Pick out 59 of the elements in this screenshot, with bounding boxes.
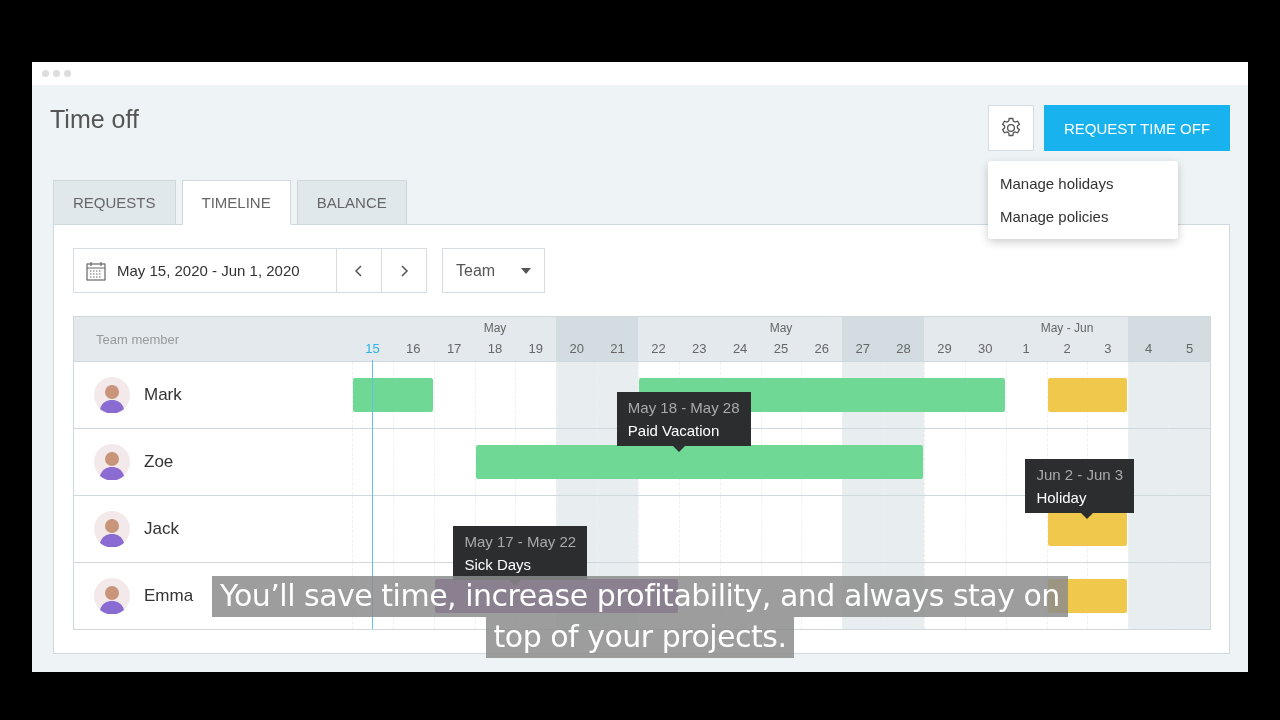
tooltip-dates: May 17 - May 22	[464, 533, 577, 550]
avatar-icon	[94, 578, 130, 614]
member-name: Zoe	[144, 452, 174, 472]
day-label: 27	[855, 341, 870, 356]
day-label: 15	[365, 341, 380, 356]
day-label: 19	[528, 341, 544, 356]
window-dot	[53, 70, 60, 77]
previous-button[interactable]	[337, 248, 382, 293]
window-dot	[42, 70, 49, 77]
member-name: Jack	[144, 519, 179, 539]
member-name: Emma	[144, 586, 194, 606]
window-dot	[64, 70, 71, 77]
tooltip-type: Paid Vacation	[627, 422, 721, 439]
caret-icon	[521, 267, 531, 274]
day-label: 25	[773, 341, 789, 356]
day-label: 29	[937, 341, 952, 356]
tooltip-dates: Jun 2 - Jun 3	[1036, 466, 1124, 483]
day-label: 23	[692, 341, 707, 356]
day-label: 24	[732, 341, 748, 356]
day-label: 1	[1022, 341, 1030, 356]
tab[interactable]: BALANCE	[296, 180, 407, 225]
tooltip-type: Holiday	[1036, 489, 1088, 506]
date-range-text: May 15, 2020 - Jun 1, 2020	[117, 262, 300, 279]
chevron-right-icon	[399, 263, 409, 278]
tooltip-dates: May 18 - May 28	[627, 399, 740, 416]
team-dropdown[interactable]: Team	[442, 248, 545, 293]
tooltip-type: Sick Days	[464, 556, 533, 573]
day-label: 4	[1145, 341, 1153, 356]
month-label: May - Jun	[1040, 321, 1094, 335]
date-range-field[interactable]: May 15, 2020 - Jun 1, 2020	[73, 248, 337, 293]
day-label: 30	[978, 341, 993, 356]
next-button[interactable]	[382, 248, 427, 293]
day-label: 2	[1063, 341, 1071, 356]
day-label: 18	[487, 341, 503, 356]
day-label: 3	[1104, 341, 1112, 356]
column-heading: Team member	[96, 331, 180, 347]
menu-item[interactable]: Manage policies	[988, 200, 1178, 233]
day-label: 22	[651, 341, 666, 356]
day-label: 21	[610, 341, 625, 356]
month-label: May	[769, 321, 793, 335]
day-label: 5	[1185, 341, 1194, 356]
day-label: 17	[446, 341, 462, 356]
avatar-icon	[94, 444, 130, 480]
chevron-left-icon	[354, 263, 364, 278]
tab[interactable]: REQUESTS	[53, 180, 176, 225]
day-label: 28	[896, 341, 911, 356]
page-title: Time off	[50, 105, 139, 134]
avatar-icon	[94, 377, 130, 413]
calendar-icon	[85, 259, 107, 282]
month-label: May	[483, 321, 507, 335]
tab[interactable]: TIMELINE	[181, 180, 291, 225]
member-name: Mark	[144, 385, 182, 405]
day-label: 20	[569, 341, 584, 356]
day-label: 26	[814, 341, 830, 356]
menu-item[interactable]: Manage holidays	[988, 167, 1178, 200]
day-label: 16	[406, 341, 421, 356]
settings-button[interactable]	[988, 105, 1034, 151]
time-off-bar[interactable]	[1047, 512, 1128, 546]
avatar-icon	[94, 511, 130, 547]
